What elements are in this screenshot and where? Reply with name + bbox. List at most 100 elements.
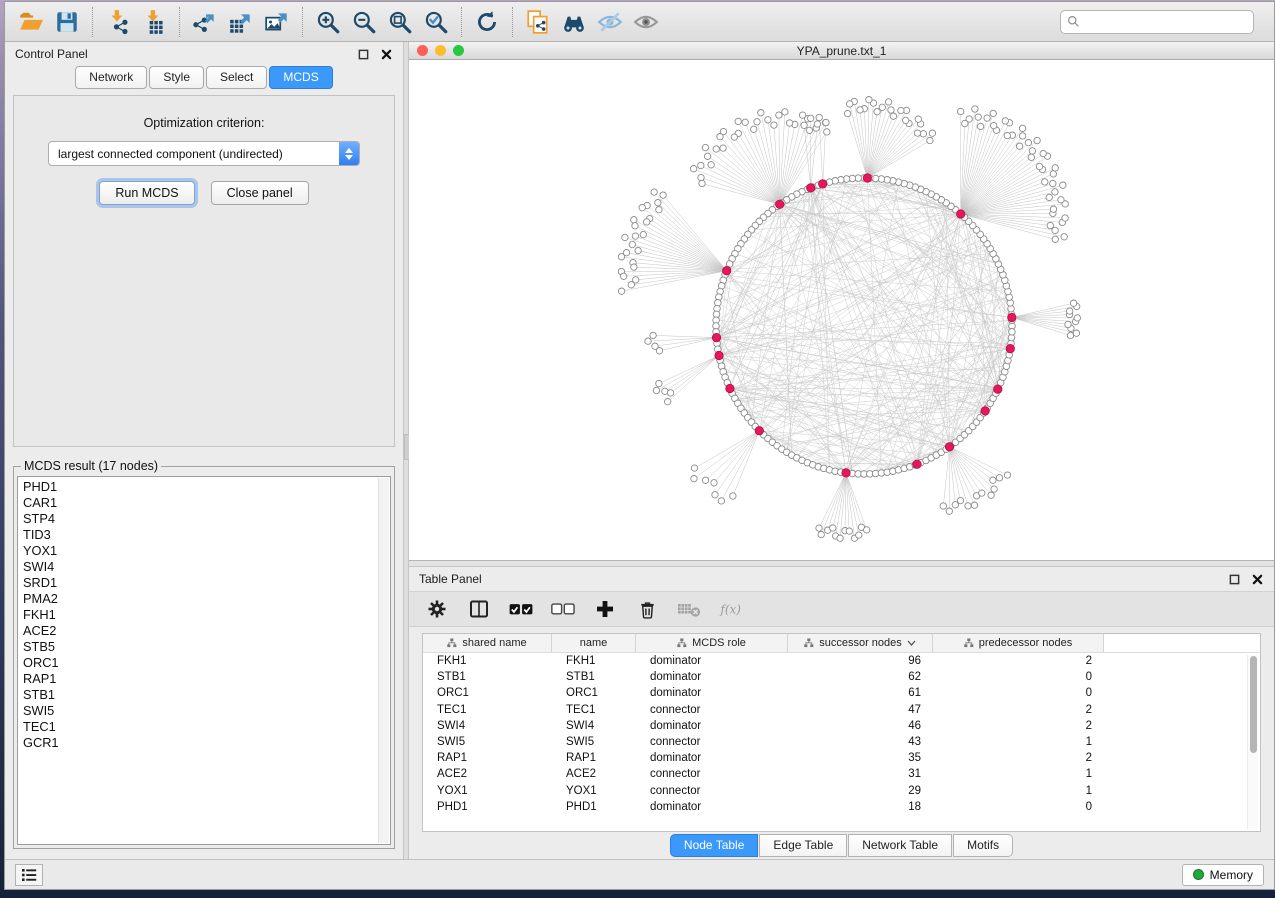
cell-name: SWI5 [552,736,636,748]
column-header-MCDS-role[interactable]: MCDS role [636,634,788,652]
float-panel-icon[interactable] [356,47,370,61]
network-search-box[interactable] [1060,10,1254,34]
settings-gear-icon[interactable] [425,597,449,621]
close-panel-button[interactable]: Close panel [211,181,309,205]
cell-shared-name: PHD1 [423,801,552,813]
main-toolbar [5,2,1274,42]
run-mcds-button[interactable]: Run MCDS [99,181,194,205]
tab-style[interactable]: Style [149,66,204,89]
network-graph[interactable] [409,60,1274,560]
save-session-button[interactable] [49,5,85,39]
control-panel-tabs: NetworkStyleSelectMCDS [5,66,403,92]
mcds-result-item[interactable]: SWI4 [23,559,376,575]
deselect-all-icon[interactable] [551,597,575,621]
close-panel-icon[interactable] [1250,572,1264,586]
tab-mcds[interactable]: MCDS [269,66,332,89]
mcds-result-item[interactable]: RAP1 [23,671,376,687]
float-panel-icon[interactable] [1227,572,1241,586]
mcds-result-item[interactable]: SRD1 [23,575,376,591]
cell-name: SWI4 [552,720,636,732]
import-network-button[interactable] [100,5,136,39]
network-canvas[interactable] [409,60,1274,560]
column-type-icon [804,638,814,648]
table-scrollbar-thumb[interactable] [1250,656,1257,753]
table-row[interactable]: PHD1PHD1dominator180 [423,799,1260,815]
export-image-button[interactable] [259,5,295,39]
table-row[interactable]: ACE2ACE2connector311 [423,766,1260,782]
network-window-title: YPA_prune.txt_1 [409,44,1274,58]
tab-network[interactable]: Network [75,66,147,89]
mcds-result-item[interactable]: GCR1 [23,735,376,751]
mcds-result-item[interactable]: PMA2 [23,591,376,607]
mcds-list-scrollbar[interactable] [378,478,389,843]
cell-successor-nodes: 18 [788,801,933,813]
column-header-predecessor-nodes[interactable]: predecessor nodes [933,634,1104,652]
mcds-result-item[interactable]: FKH1 [23,607,376,623]
show-all-button[interactable] [628,5,664,39]
mcds-result-item[interactable]: ORC1 [23,655,376,671]
mcds-result-item[interactable]: STB1 [23,687,376,703]
mcds-result-item[interactable]: YOX1 [23,543,376,559]
mcds-result-item[interactable]: PHD1 [23,479,376,495]
export-table-button[interactable] [223,5,259,39]
column-header-label: name [580,637,608,649]
column-header-label: predecessor nodes [979,637,1073,649]
duplicate-network-icon [525,9,551,35]
mcds-result-item[interactable]: TID3 [23,527,376,543]
table-row[interactable]: YOX1YOX1connector291 [423,783,1260,799]
close-panel-icon[interactable] [379,47,393,61]
table-row[interactable]: SWI5SWI5connector431 [423,734,1260,750]
network-window-titlebar[interactable]: YPA_prune.txt_1 [409,42,1274,60]
zoom-selected-button[interactable] [418,5,454,39]
mcds-result-list[interactable]: PHD1CAR1STP4TID3YOX1SWI4SRD1PMA2FKH1ACE2… [17,476,391,845]
mcds-result-item[interactable]: TEC1 [23,719,376,735]
cell-name: PHD1 [552,801,636,813]
panel-list-button[interactable] [15,864,43,886]
memory-button[interactable]: Memory [1182,864,1264,886]
mcds-result-item[interactable]: CAR1 [23,495,376,511]
zoom-fit-button[interactable] [382,5,418,39]
duplicate-network-button[interactable] [520,5,556,39]
column-header-shared-name[interactable]: shared name [423,634,552,652]
tab-network-table[interactable]: Network Table [848,834,952,857]
zoom-out-button[interactable] [346,5,382,39]
hide-selected-button[interactable] [592,5,628,39]
select-stepper-icon [339,141,359,166]
table-row[interactable]: RAP1RAP1dominator352 [423,750,1260,766]
cell-successor-nodes: 29 [788,785,933,797]
column-header-name[interactable]: name [552,634,636,652]
delete-column-trash-icon[interactable] [635,597,659,621]
table-row[interactable]: FKH1FKH1dominator962 [423,653,1260,669]
tab-node-table[interactable]: Node Table [670,834,759,857]
export-image-icon [264,9,290,35]
table-scrollbar[interactable] [1247,655,1258,829]
tab-motifs[interactable]: Motifs [953,834,1013,857]
export-network-button[interactable] [187,5,223,39]
refresh-button[interactable] [469,5,505,39]
zoom-in-button[interactable] [310,5,346,39]
mcds-result-item[interactable]: STP4 [23,511,376,527]
table-row[interactable]: STB1STB1dominator620 [423,669,1260,685]
cell-predecessor-nodes: 0 [933,671,1104,683]
mcds-result-item[interactable]: SWI5 [23,703,376,719]
column-header-successor-nodes[interactable]: successor nodes [788,634,933,652]
cell-successor-nodes: 61 [788,687,933,699]
import-table-button[interactable] [136,5,172,39]
show-all-icon [633,9,659,35]
mcds-result-item[interactable]: STB5 [23,639,376,655]
binoculars-search-button[interactable] [556,5,592,39]
tab-select[interactable]: Select [206,66,267,89]
search-input[interactable] [1085,15,1247,29]
table-row[interactable]: SWI4SWI4dominator462 [423,718,1260,734]
show-column-pane-icon[interactable] [467,597,491,621]
table-row[interactable]: ORC1ORC1dominator610 [423,685,1260,701]
add-column-plus-icon[interactable] [593,597,617,621]
criterion-select[interactable]: largest connected component (undirected) [48,141,360,166]
table-row[interactable]: TEC1TEC1connector472 [423,702,1260,718]
table-header-row: shared name name MCDS rolesuccessor nodes p… [423,634,1260,653]
tab-edge-table[interactable]: Edge Table [759,834,847,857]
open-session-button[interactable] [13,5,49,39]
mcds-result-item[interactable]: ACE2 [23,623,376,639]
select-all-icon[interactable] [509,597,533,621]
cell-MCDS-role: dominator [636,687,788,699]
